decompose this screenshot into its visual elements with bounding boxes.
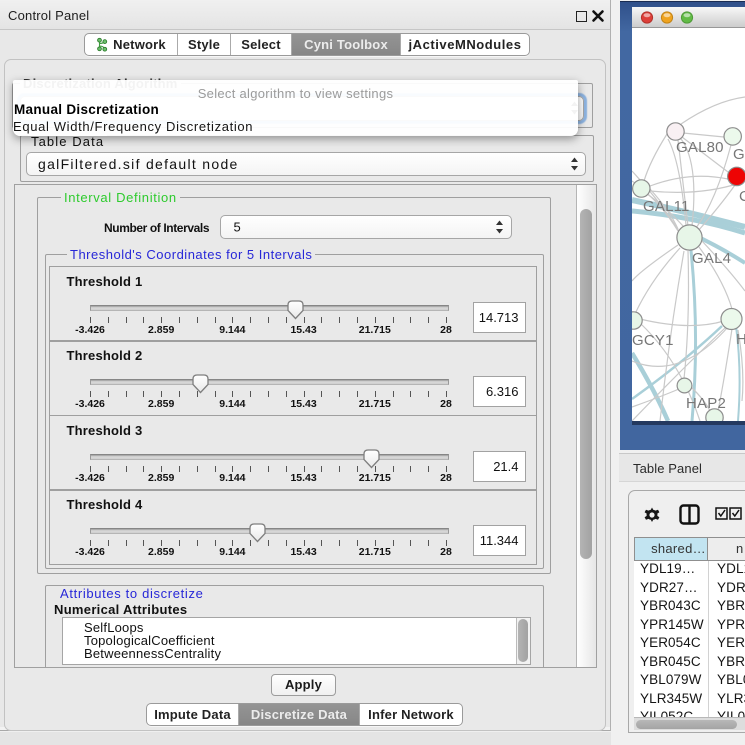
svg-text:GCY1: GCY1 bbox=[632, 332, 674, 349]
svg-text:GAL4: GAL4 bbox=[692, 250, 731, 267]
svg-text:GAL11: GAL11 bbox=[643, 198, 690, 215]
svg-text:HAP2: HAP2 bbox=[686, 395, 726, 412]
svg-text:GA: GA bbox=[733, 146, 745, 163]
svg-text:C: C bbox=[739, 188, 745, 205]
svg-text:GAL80: GAL80 bbox=[676, 139, 724, 156]
svg-text:H: H bbox=[736, 331, 745, 348]
